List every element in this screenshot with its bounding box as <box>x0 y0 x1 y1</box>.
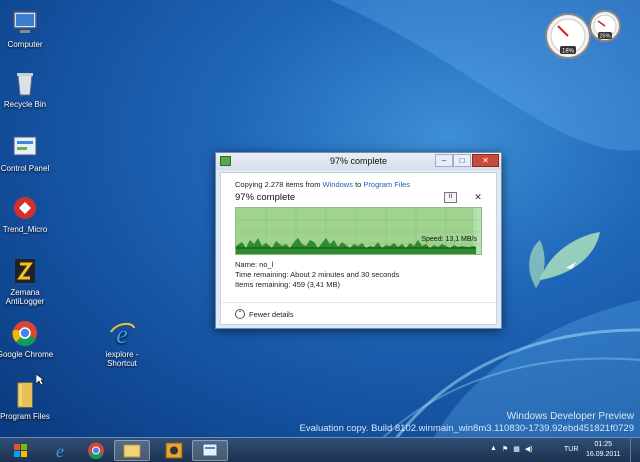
app-icon <box>165 442 183 459</box>
taskbar-explorer[interactable] <box>114 440 150 461</box>
desktop-icon-label: Program Files <box>0 412 50 421</box>
show-hidden-icons-icon[interactable]: ▲ <box>490 445 497 453</box>
computer-icon <box>13 11 37 33</box>
recycle-bin-icon <box>17 73 33 96</box>
maximize-button[interactable]: □ <box>453 154 471 167</box>
desktop-icon-label: Zemana AntiLogger <box>5 288 45 306</box>
trend-micro-icon <box>14 197 36 219</box>
taskbar-app[interactable] <box>156 440 192 461</box>
minimize-button[interactable]: – <box>435 154 453 167</box>
copy-summary: Copying 2.278 items from Windows to Prog… <box>235 180 410 189</box>
leaf-logo-icon <box>529 232 600 288</box>
taskbar-chrome[interactable] <box>78 440 114 461</box>
dialog-content: Copying 2.278 items from Windows to Prog… <box>220 172 497 325</box>
chevron-up-icon: ⌃ <box>235 309 245 319</box>
control-panel-icon <box>202 443 218 457</box>
destination-link[interactable]: Program Files <box>363 180 410 189</box>
start-button[interactable] <box>2 440 38 461</box>
clock[interactable]: 01:25 16.09.2011 <box>586 440 621 460</box>
details-block: Name: no_l Time remaining: About 2 minut… <box>235 260 399 290</box>
chrome-icon <box>88 442 104 460</box>
close-button[interactable]: ✕ <box>472 154 499 167</box>
chrome-icon <box>12 321 37 347</box>
watermark-title: Windows Developer Preview <box>506 411 634 422</box>
speed-graph: Speed: 13,1 MB/s <box>235 207 482 255</box>
divider <box>221 302 496 303</box>
source-link[interactable]: Windows <box>323 180 353 189</box>
internet-explorer-icon: e <box>110 320 135 348</box>
clock-time: 01:25 <box>594 441 613 448</box>
taskbar: e ▲ ⚑ ▦ ◀) TUR 01:25 16.09.2011 <box>0 437 640 462</box>
internet-explorer-icon: e <box>56 441 64 461</box>
desktop-icon-zemana[interactable]: Zemana AntiLogger <box>0 256 57 306</box>
clock-date: 16.09.2011 <box>586 451 621 458</box>
taskbar-ie[interactable]: e <box>42 440 78 461</box>
network-icon[interactable]: ▦ <box>513 445 520 453</box>
cpu-value: 18% <box>562 49 575 55</box>
desktop-icon-program-files[interactable]: Program Files <box>0 380 57 421</box>
zemana-icon <box>15 259 35 283</box>
fewer-details-label: Fewer details <box>249 309 294 319</box>
desktop-icon-recycle-bin[interactable]: Recycle Bin <box>0 68 57 109</box>
folder-icon <box>123 444 141 458</box>
desktop-icon-label: Control Panel <box>0 164 50 173</box>
watermark-build: Evaluation copy. Build 8102.winmain_win8… <box>299 423 634 434</box>
time-remaining-line: Time remaining: About 2 minutes and 30 s… <box>235 270 400 279</box>
copy-mid: to <box>352 180 364 189</box>
title-bar[interactable]: 97% complete – □ ✕ <box>216 153 501 170</box>
desktop-icon-computer[interactable]: Computer <box>0 8 57 49</box>
progress-percent: 97% complete <box>235 192 296 203</box>
watermark: Windows Developer Preview Evaluation cop… <box>299 411 634 435</box>
desktop-icon-control-panel[interactable]: Control Panel <box>0 132 57 173</box>
desktop-icon-label: Google Chrome <box>0 350 54 359</box>
speed-label: Speed: 13,1 MB/s <box>421 236 477 243</box>
volume-icon[interactable]: ◀) <box>525 445 533 453</box>
flag-icon[interactable]: ⚑ <box>502 445 508 453</box>
taskbar-control-panel[interactable] <box>192 440 228 461</box>
desktop-icon-trend-micro[interactable]: Trend_Micro <box>0 193 57 234</box>
copy-progress-dialog: 97% complete – □ ✕ Copying 2.278 items f… <box>215 152 502 329</box>
name-line: Name: no_l <box>235 260 274 269</box>
windows-logo-icon <box>14 444 27 457</box>
input-language[interactable]: TUR <box>564 446 578 453</box>
mouse-cursor-icon <box>36 374 44 386</box>
ram-value: 25% <box>599 34 610 40</box>
desktop-icon-chrome[interactable]: Google Chrome <box>0 318 57 359</box>
desktop-icon-iexplore[interactable]: e iexplore - Shortcut <box>90 318 154 368</box>
pause-button[interactable]: II <box>444 192 457 203</box>
cancel-button[interactable]: ✕ <box>472 191 484 203</box>
desktop-icon-label: Trend_Micro <box>2 225 48 234</box>
svg-text:e: e <box>56 441 64 461</box>
fewer-details-button[interactable]: ⌃ Fewer details <box>235 309 294 319</box>
desktop-icon-label: Computer <box>7 40 43 49</box>
copy-prefix: Copying 2.278 items from <box>235 180 323 189</box>
show-desktop-button[interactable] <box>630 438 640 462</box>
speed-chart <box>236 208 481 254</box>
system-tray: ▲ ⚑ ▦ ◀) <box>490 445 533 453</box>
desktop-icon-label: Recycle Bin <box>3 100 47 109</box>
desktop-icon-label: iexplore - Shortcut <box>105 350 139 368</box>
cpu-meter-gadget[interactable]: 18% 25% <box>543 8 623 60</box>
items-remaining-line: Items remaining: 459 (3,41 MB) <box>235 280 341 289</box>
control-panel-icon <box>13 136 37 156</box>
